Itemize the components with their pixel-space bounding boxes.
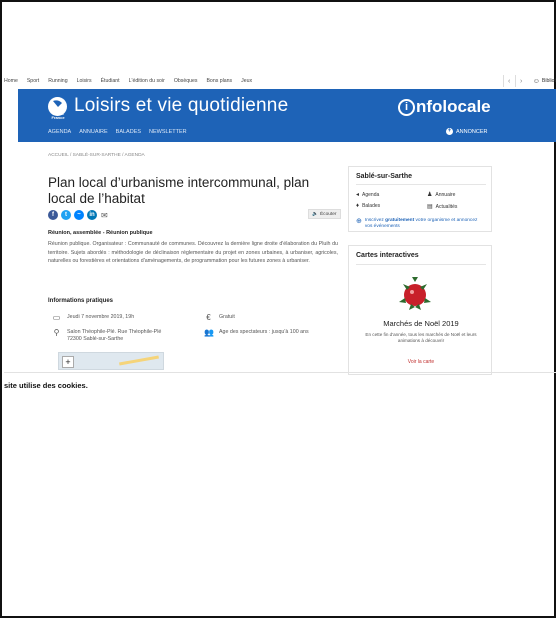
calendar-icon: ▭ xyxy=(52,313,61,322)
twitter-icon[interactable]: t xyxy=(61,210,71,220)
user-icon: ☺ xyxy=(532,77,540,85)
city-box: Sablé-sur-Sarthe ◂ Agenda ♟ Annuaire ♦ B… xyxy=(348,166,492,232)
topnav-item[interactable]: Bons plans xyxy=(206,78,232,84)
christmas-ornament-icon xyxy=(399,277,431,310)
interactive-maps-box: Cartes interactives Marchés de Noël 2019… xyxy=(348,245,492,375)
register-cta[interactable]: ⊕ Inscrivez gratuitement votre organisme… xyxy=(356,218,486,229)
header-menu: AGENDA ANNUAIRE BALADES NEWSLETTER xyxy=(48,129,195,135)
people-icon: 👥 xyxy=(204,328,214,337)
euro-icon: € xyxy=(206,313,211,322)
audience-text: Age des spectateurs : jusqu'à 100 ans xyxy=(219,329,309,335)
see-map-link[interactable]: Voir la carte xyxy=(349,359,493,365)
topnav-item[interactable]: Loisirs xyxy=(77,78,92,84)
infolocale-brand[interactable]: i nfolocale xyxy=(398,97,491,117)
cta-prefix: Inscrivez xyxy=(364,218,386,223)
user-label: Bibliot xyxy=(541,78,556,84)
card-title[interactable]: Marchés de Noël 2019 xyxy=(349,319,493,328)
site-top-nav: Home Sport Running Loisirs Étudiant L'éd… xyxy=(4,74,556,88)
event-description: Réunion publique. Organisateur : Communa… xyxy=(48,241,338,264)
maps-heading: Cartes interactives xyxy=(356,252,419,259)
info-icon: i xyxy=(398,98,415,116)
megaphone-icon: ◂ xyxy=(356,192,360,198)
divider xyxy=(356,184,486,185)
mail-icon[interactable]: ✉ xyxy=(101,211,108,220)
event-category: Réunion, assemblée - Réunion publique xyxy=(48,230,153,236)
link-label: Balades xyxy=(362,203,381,209)
topnav-item[interactable]: Étudiant xyxy=(101,78,120,84)
topnav-item[interactable]: Obsèques xyxy=(174,78,198,84)
address-line1: Salon Théophile-Plé. Rue Théophile-Plé xyxy=(67,329,162,335)
brand-text: nfolocale xyxy=(416,97,491,116)
linkedin-icon[interactable]: in xyxy=(87,210,97,220)
topnav-right: ‹ › ☺ Bibliot xyxy=(502,74,556,88)
user-account[interactable]: ☺ Bibliot xyxy=(533,78,556,85)
menu-item-agenda[interactable]: AGENDA xyxy=(48,129,71,135)
sidebar-link-actualites[interactable]: ▤ Actualités xyxy=(427,203,458,211)
location-pin-icon: ⚲ xyxy=(53,328,60,337)
practical-info-title: Informations pratiques xyxy=(48,298,114,304)
news-icon: ▤ xyxy=(427,204,433,210)
cta-bold: gratuitement xyxy=(385,218,415,223)
listen-button[interactable]: 🔈 Écouter xyxy=(308,209,341,219)
page-title: Plan local d’urbanisme intercommunal, pl… xyxy=(48,175,310,206)
facebook-icon[interactable]: f xyxy=(48,210,58,220)
announce-button[interactable]: + ANNONCER xyxy=(446,128,487,135)
speaker-icon: 🔈 xyxy=(312,211,318,217)
topnav-item[interactable]: Sport xyxy=(27,78,39,84)
topnav-item[interactable]: L'édition du soir xyxy=(129,78,165,84)
link-label: Agenda xyxy=(362,191,380,198)
sidebar-link-agenda[interactable]: ◂ Agenda xyxy=(356,191,380,199)
link-label: Annuaire xyxy=(435,191,456,198)
map-zoom-in-button[interactable]: + xyxy=(62,356,74,368)
topnav-item[interactable]: Home xyxy=(4,78,18,84)
pin-icon: ♦ xyxy=(356,203,360,209)
menu-item-balades[interactable]: BALADES xyxy=(116,129,141,135)
topnav-item[interactable]: Running xyxy=(48,78,67,84)
event-map[interactable]: + xyxy=(58,352,164,370)
event-date: ▭ Jeudi 7 novembre 2019, 19h xyxy=(52,314,134,322)
sidebar-link-balades[interactable]: ♦ Balades xyxy=(356,203,380,209)
announce-label: ANNONCER xyxy=(456,128,488,135)
divider xyxy=(356,264,486,265)
logo-text: Ouest France xyxy=(51,111,65,120)
link-label: Actualités xyxy=(435,203,458,210)
cta-text: Inscrivez gratuitement votre organisme e… xyxy=(365,218,486,229)
site-title[interactable]: Loisirs et vie quotidienne xyxy=(74,95,288,117)
sidebar-link-annuaire[interactable]: ♟ Annuaire xyxy=(427,191,456,199)
event-price: € Gratuit xyxy=(204,314,235,322)
cookie-notice: site utilise des cookies. xyxy=(4,381,88,390)
card-description: En cette fin d'année, tous les marchés d… xyxy=(365,332,477,343)
city-heading: Sablé-sur-Sarthe xyxy=(356,173,413,180)
map-road xyxy=(119,355,159,366)
people-icon: ♟ xyxy=(427,192,433,198)
price-text: Gratuit xyxy=(219,314,235,320)
breadcrumb[interactable]: ACCUEIL / SABLÉ-SUR-SARTHE / AGENDA xyxy=(48,153,145,158)
address-text: Salon Théophile-Plé. Rue Théophile-Plé 7… xyxy=(67,329,161,343)
site-header: Ouest France Loisirs et vie quotidienne … xyxy=(18,89,556,142)
menu-item-annuaire[interactable]: ANNUAIRE xyxy=(79,129,107,135)
event-audience: 👥 Age des spectateurs : jusqu'à 100 ans xyxy=(204,329,309,337)
listen-label: Écouter xyxy=(319,211,337,217)
address-line2: 72300 Sablé-sur-Sarthe xyxy=(67,336,124,342)
plus-icon: + xyxy=(446,128,453,135)
menu-item-newsletter[interactable]: NEWSLETTER xyxy=(149,129,187,135)
chevron-left-icon[interactable]: ‹ xyxy=(502,75,515,87)
share-buttons: f t ~ in ✉ xyxy=(48,210,108,220)
messenger-icon[interactable]: ~ xyxy=(74,210,84,220)
date-text: Jeudi 7 novembre 2019, 19h xyxy=(67,314,135,320)
topnav-item[interactable]: Jeux xyxy=(241,78,252,84)
divider xyxy=(4,372,556,373)
plus-circle-icon: ⊕ xyxy=(356,218,362,225)
chevron-right-icon[interactable]: › xyxy=(514,75,527,87)
event-address: ⚲ Salon Théophile-Plé. Rue Théophile-Plé… xyxy=(52,328,162,343)
